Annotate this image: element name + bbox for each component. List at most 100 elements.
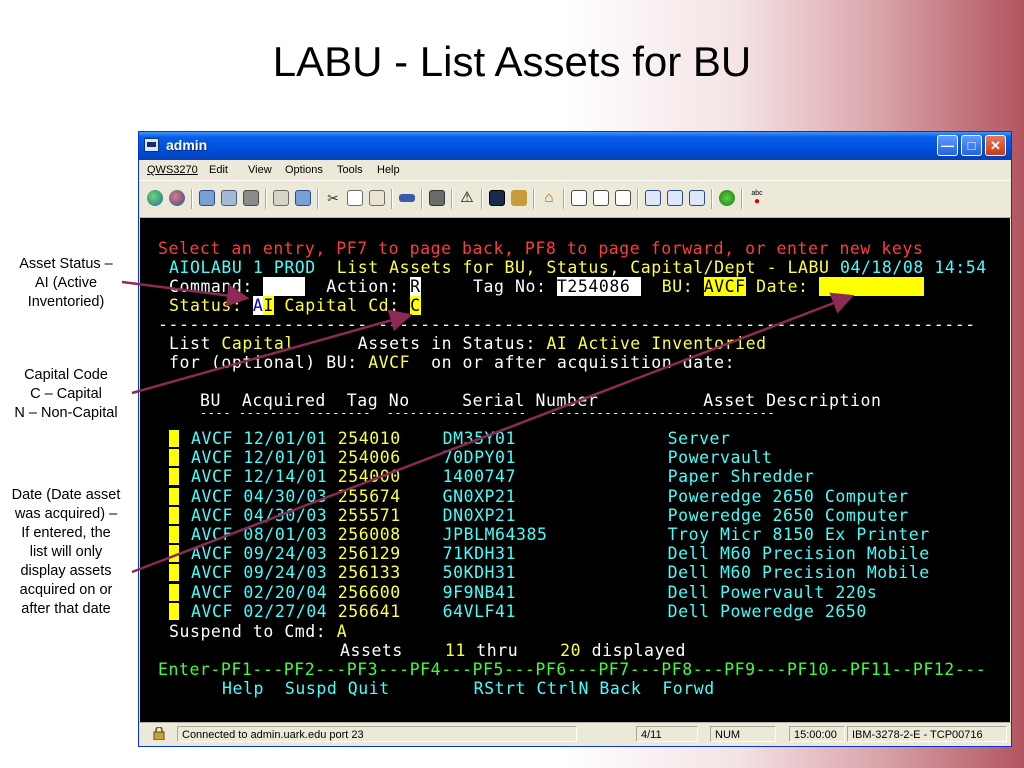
menu-options[interactable]: Options <box>285 164 323 176</box>
table-row[interactable]: AVCF 02/27/04 256641 64VLF41 Dell Powered… <box>169 602 867 621</box>
toolbar-separator <box>191 189 193 209</box>
macro-icon[interactable] <box>221 190 237 206</box>
action-input[interactable]: R <box>410 277 421 296</box>
for-bu-line: for (optional) BU: AVCF on or after acqu… <box>169 353 735 372</box>
table-row[interactable]: AVCF 12/01/01 254010 DM35Y01 Server <box>169 429 731 448</box>
paste-icon[interactable] <box>369 190 385 206</box>
status-line: Status: AI Capital Cd: C <box>169 296 421 315</box>
row-serial: 50KDH31 <box>442 563 517 583</box>
spellcheck-icon[interactable]: abc ● <box>749 190 765 207</box>
instruction-message: Select an entry, PF7 to page back, PF8 t… <box>158 239 924 258</box>
copy-icon[interactable] <box>347 190 363 206</box>
range-from: 11 <box>444 641 466 660</box>
pf1-icon[interactable] <box>645 190 661 206</box>
row-serial: DM35Y01 <box>442 429 517 448</box>
menu-help[interactable]: Help <box>377 164 400 176</box>
row-select-field[interactable] <box>169 545 179 563</box>
date-label: Date: <box>756 277 809 296</box>
note-date: Date (Date asset was acquired) – If ente… <box>0 486 132 619</box>
ruler-icon[interactable] <box>399 194 415 202</box>
pf3-icon[interactable] <box>689 190 705 206</box>
toolbar-separator <box>741 189 743 209</box>
row-serial: 1400747 <box>442 467 517 487</box>
row-select-field[interactable] <box>169 602 179 620</box>
cut-icon[interactable]: ✂ <box>325 190 341 206</box>
toolbar: ✂ ⚠ ⌂ abc ● <box>139 180 1011 218</box>
status-input-1[interactable]: A <box>252 296 264 315</box>
date-input[interactable] <box>819 277 924 296</box>
terminal-screen[interactable]: Select an entry, PF7 to page back, PF8 t… <box>140 218 1010 722</box>
row-description: Dell M60 Precision Mobile <box>667 544 930 564</box>
row-serial: 64VLF41 <box>442 601 517 621</box>
row-description: Paper Shredder <box>667 467 815 487</box>
row-tag: 256129 <box>337 544 401 564</box>
row-select-field[interactable] <box>169 564 179 582</box>
minimize-button[interactable]: — <box>937 135 958 156</box>
table-row[interactable]: AVCF 09/24/03 256129 71KDH31 Dell M60 Pre… <box>169 544 930 563</box>
row-select-field[interactable] <box>169 583 179 601</box>
row-tag: 256600 <box>337 582 401 602</box>
disconnect-icon[interactable] <box>169 190 185 206</box>
pf2-icon[interactable] <box>667 190 683 206</box>
print-icon[interactable] <box>243 190 259 206</box>
screen-icon[interactable] <box>489 190 505 206</box>
suspend-input[interactable]: A <box>337 622 347 641</box>
row-tag: 256008 <box>337 525 401 544</box>
menu-tools[interactable]: Tools <box>337 164 363 176</box>
row-description: Poweredge 2650 Computer <box>667 486 909 506</box>
menu-view[interactable]: View <box>248 164 272 176</box>
transfer-icon[interactable] <box>199 190 215 206</box>
status-label: Status: <box>169 296 243 315</box>
warning-icon[interactable]: ⚠ <box>459 190 475 206</box>
row-tag: 254006 <box>337 448 401 468</box>
note-line: Capital Code <box>24 367 108 383</box>
link-icon[interactable] <box>719 190 735 206</box>
window-title: admin <box>166 137 208 153</box>
table-row[interactable]: AVCF 12/01/01 254006 70DPY01 Powervault <box>169 448 772 467</box>
pf-keys-line: Enter-PF1---PF2---PF3---PF4---PF5---PF6-… <box>158 660 987 679</box>
title-bar[interactable]: admin — □ ✕ <box>139 132 1011 160</box>
table-row[interactable]: AVCF 04/30/03 255571 DN0XP21 Poweredge 26… <box>169 506 909 525</box>
enter-key-icon[interactable] <box>571 190 587 206</box>
tab-forward-icon[interactable] <box>615 190 631 206</box>
pf-labels-line: Help Suspd Quit RStrt CtrlN Back Forwd <box>222 679 715 698</box>
row-select-field[interactable] <box>169 487 179 505</box>
connect-icon[interactable] <box>147 190 163 206</box>
terminal-window: admin — □ ✕ QWS3270 Edit View Options To… <box>138 131 1012 747</box>
record-icon[interactable] <box>511 190 527 206</box>
row-acquired: 02/20/04 <box>243 582 328 602</box>
menu-edit[interactable]: Edit <box>209 164 228 176</box>
table-row[interactable]: AVCF 09/24/03 256133 50KDH31 Dell M60 Pre… <box>169 563 930 582</box>
table-row[interactable]: AVCF 04/30/03 255674 GN0XP21 Poweredge 26… <box>169 487 909 506</box>
maximize-button[interactable]: □ <box>961 135 982 156</box>
row-select-field[interactable] <box>169 430 179 447</box>
row-select-field[interactable] <box>169 449 179 467</box>
bu-input[interactable]: AVCF <box>703 277 746 296</box>
range-to: 20 <box>560 641 582 660</box>
row-select-field[interactable] <box>169 526 179 543</box>
tagno-input[interactable]: T254086 <box>556 277 641 296</box>
menu-qws3270[interactable]: QWS3270 <box>147 164 198 176</box>
table-row[interactable]: AVCF 12/14/01 254000 1400747 Paper Shredd… <box>169 467 814 486</box>
home-icon[interactable]: ⌂ <box>541 190 557 206</box>
capcd-input[interactable]: C <box>410 296 421 315</box>
row-select-field[interactable] <box>169 468 179 486</box>
row-description: Dell Poweredge 2650 <box>667 601 867 621</box>
row-bu: AVCF <box>191 448 233 468</box>
keyboard-icon[interactable] <box>273 190 289 206</box>
suspend-line: Suspend to Cmd: A <box>169 622 347 641</box>
column-dashes: ---- -------- -------- -----------------… <box>200 406 776 420</box>
close-button[interactable]: ✕ <box>985 135 1006 156</box>
table-row[interactable]: AVCF 08/01/03 256008 JPBLM64385 Troy Micr… <box>169 525 930 544</box>
capcd-label: Capital Cd: <box>284 296 400 315</box>
note-line: C – Capital <box>30 386 102 402</box>
status-input-2[interactable]: I <box>263 296 274 315</box>
tab-back-icon[interactable] <box>593 190 609 206</box>
table-row[interactable]: AVCF 02/20/04 256600 9F9NB41 Dell Powerva… <box>169 583 877 602</box>
terminal-app-icon <box>144 138 159 152</box>
command-input[interactable] <box>263 277 306 296</box>
keymap-icon[interactable] <box>295 190 311 206</box>
row-select-field[interactable] <box>169 506 179 524</box>
reset-icon[interactable] <box>429 190 445 206</box>
note-capital-code: Capital Code C – Capital N – Non-Capital <box>0 366 132 423</box>
